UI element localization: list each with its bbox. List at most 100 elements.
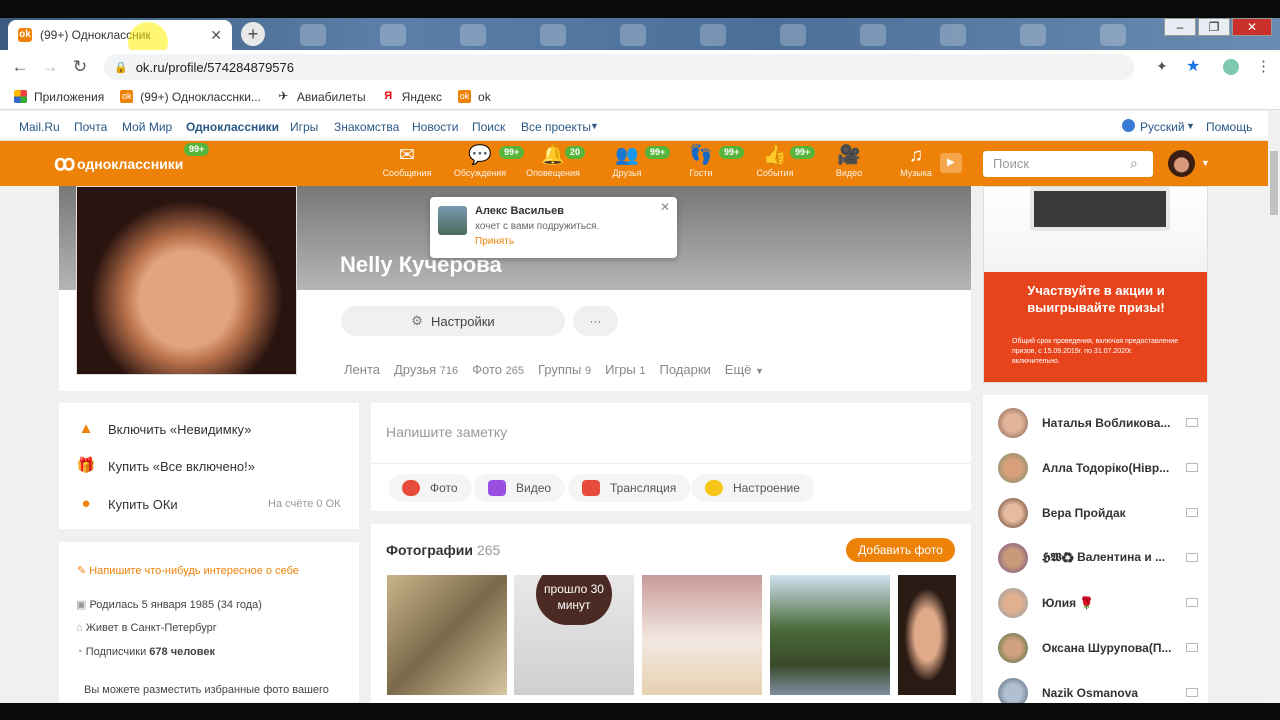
forward-icon[interactable]: → <box>35 57 65 77</box>
bookmark-apps[interactable]: Приложения <box>14 90 104 104</box>
bookmark-star-icon[interactable]: ★ <box>1186 56 1200 76</box>
tab-more[interactable]: Ещё ▼ <box>725 362 764 377</box>
avatar[interactable] <box>1168 150 1195 177</box>
requester-name[interactable]: Алекс Васильев <box>475 205 564 217</box>
friend-item[interactable]: Юлия 🌹 <box>998 580 1198 625</box>
photo-thumbnail[interactable] <box>387 575 507 695</box>
browser-tab[interactable]: ok (99+) Одноклассник ✕ <box>8 20 232 50</box>
more-button[interactable]: ··· <box>573 306 618 336</box>
maximize-button[interactable]: ❐ <box>1198 18 1230 36</box>
nav-messages[interactable]: ✉ Сообщения <box>372 144 442 178</box>
desktop-icon <box>780 24 806 46</box>
envelope-icon[interactable] <box>1186 643 1198 652</box>
photo-thumbnail[interactable] <box>770 575 890 695</box>
friend-item[interactable]: Вера Пройдак <box>998 490 1198 535</box>
friend-item[interactable]: Оксана Шурупова(П... <box>998 625 1198 670</box>
bookmark-yandex[interactable]: Я Яндекс <box>381 90 442 104</box>
search-input[interactable]: Поиск <box>983 151 1153 177</box>
friend-name: Оксана Шурупова(П... <box>1042 640 1172 655</box>
minimize-button[interactable]: – <box>1164 18 1196 36</box>
menu-label: Включить «Невидимку» <box>108 421 252 437</box>
search-icon[interactable]: ⌕ <box>1130 155 1138 172</box>
photo-thumbnail[interactable] <box>898 575 956 695</box>
address-bar[interactable]: 🔒 ok.ru/profile/574284879576 <box>104 54 1134 80</box>
envelope-icon[interactable] <box>1186 598 1198 607</box>
scrollbar-thumb[interactable] <box>1270 151 1278 215</box>
tab-games[interactable]: Игры 1 <box>605 362 645 377</box>
mood-action-button[interactable]: Настроение <box>691 474 814 502</box>
menu-icon[interactable]: ⋮ <box>1256 57 1271 75</box>
play-icon[interactable]: ▶ <box>940 153 962 173</box>
bookmark-ok-short[interactable]: ok ok <box>458 90 491 104</box>
lock-icon: 🔒 <box>114 61 128 74</box>
language-select[interactable]: Русский <box>1140 120 1185 134</box>
all-inclusive-item[interactable]: 🎁 Купить «Все включено!» <box>76 456 255 476</box>
close-icon[interactable]: ✕ <box>660 200 670 214</box>
add-photo-button[interactable]: Добавить фото <box>846 538 955 562</box>
photos-title-text: Фотографии <box>386 542 474 558</box>
note-input[interactable]: Напишите заметку <box>386 424 507 440</box>
bookmark-label: Авиабилеты <box>296 89 366 104</box>
portal-link[interactable]: Все проекты <box>521 120 591 134</box>
envelope-icon[interactable] <box>1186 688 1198 697</box>
portal-link[interactable]: Mail.Ru <box>19 120 60 134</box>
video-action-button[interactable]: Видео <box>474 474 566 502</box>
friend-item[interactable]: Наталья Вобликова... <box>998 400 1198 445</box>
extension-icon[interactable]: ✦ <box>1156 58 1168 75</box>
envelope-icon[interactable] <box>1186 508 1198 517</box>
tab-feed[interactable]: Лента <box>344 362 380 377</box>
promo-banner[interactable]: Участвуйте в акции и выигрывайте призы! … <box>983 186 1208 383</box>
tab-photos[interactable]: Фото 265 <box>472 362 524 377</box>
photo-thumbnail[interactable]: прошло 30 минут <box>514 575 634 695</box>
chevron-down-icon: ▼ <box>590 121 599 131</box>
close-tab-icon[interactable]: ✕ <box>210 27 222 44</box>
portal-link[interactable]: Почта <box>74 120 107 134</box>
close-window-button[interactable]: ✕ <box>1232 18 1272 36</box>
portal-link[interactable]: Одноклассники <box>186 120 279 134</box>
tab-friends[interactable]: Друзья 716 <box>394 362 458 377</box>
requester-avatar[interactable] <box>438 206 467 235</box>
friend-item[interactable]: Алла Тодоріко(Нівр... <box>998 445 1198 490</box>
bookmark-ok[interactable]: ok (99+) Однокласснки... <box>120 90 261 104</box>
reload-icon[interactable]: ↻ <box>65 57 95 77</box>
photo-action-button[interactable]: Фото <box>388 474 472 502</box>
about-prompt[interactable]: ✎ Напишите что-нибудь интересное о себе <box>77 564 299 577</box>
avatar <box>998 632 1028 663</box>
envelope-icon[interactable] <box>1186 418 1198 427</box>
new-tab-button[interactable]: + <box>241 22 265 46</box>
ok-logo-text[interactable]: одноклассники <box>77 156 183 172</box>
profile-photo[interactable] <box>76 186 297 375</box>
tab-gifts[interactable]: Подарки <box>660 362 711 377</box>
accept-link[interactable]: Принять <box>475 236 514 247</box>
profile-tabs: Лента Друзья 716 Фото 265 Группы 9 Игры … <box>344 362 764 377</box>
tab-groups[interactable]: Группы 9 <box>538 362 591 377</box>
stream-action-button[interactable]: Трансляция <box>568 474 691 502</box>
scrollbar[interactable] <box>1268 111 1280 705</box>
followers-info[interactable]: ◔ Подписчики 678 человек <box>76 646 215 658</box>
address-bar-row: ← → ↻ 🔒 ok.ru/profile/574284879576 ✦ ★ ⋮ <box>0 50 1280 84</box>
help-link[interactable]: Помощь <box>1206 120 1252 134</box>
envelope-icon[interactable] <box>1186 553 1198 562</box>
nav-video[interactable]: 🎥 Видео <box>814 144 884 178</box>
back-icon[interactable]: ← <box>5 57 35 77</box>
ok-logo-icon[interactable]: ꝏ <box>54 151 75 176</box>
portal-link[interactable]: Знакомства <box>334 120 399 134</box>
buy-ok-item[interactable]: ● Купить ОКи <box>76 494 177 514</box>
tab-label: Подарки <box>659 362 711 377</box>
profile-icon[interactable] <box>1223 59 1239 75</box>
calendar-icon: ▣ <box>76 599 90 611</box>
photo-thumbnail[interactable] <box>642 575 762 695</box>
tab-label: Ещё <box>724 362 752 377</box>
avatar <box>998 542 1028 573</box>
portal-link[interactable]: Игры <box>290 120 318 134</box>
portal-link[interactable]: Мой Мир <box>122 120 172 134</box>
location-text: Живет в Санкт-Петербург <box>85 622 217 634</box>
chevron-down-icon[interactable]: ▼ <box>1201 158 1210 168</box>
envelope-icon[interactable] <box>1186 463 1198 472</box>
portal-link[interactable]: Поиск <box>472 120 505 134</box>
friend-item[interactable]: 𝕳𝖂♻ Валентина и ... <box>998 535 1198 580</box>
invisible-mode-item[interactable]: ▲ Включить «Невидимку» <box>76 419 252 439</box>
settings-button[interactable]: ⚙ Настройки <box>341 306 565 336</box>
portal-link[interactable]: Новости <box>412 120 458 134</box>
bookmark-avia[interactable]: ✈ Авиабилеты <box>277 89 366 104</box>
